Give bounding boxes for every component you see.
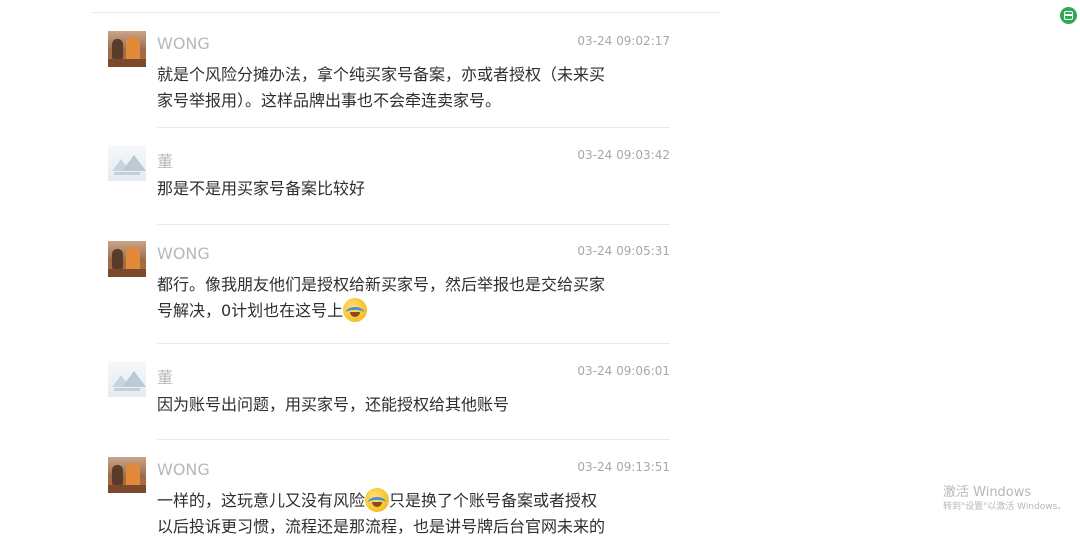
- sender-name[interactable]: WONG: [157, 244, 210, 263]
- message-line: 一样的，这玩意儿又没有风险 只是换了个账号备案或者授权: [157, 488, 657, 514]
- message-timestamp: 03-24 09:13:51: [577, 460, 670, 474]
- watermark-subtitle: 转到"设置"以激活 Windows。: [943, 502, 1067, 512]
- message-line: 就是个风险分摊办法，拿个纯买家号备案，亦或者授权（未来买: [157, 65, 606, 84]
- message-line-text: 一样的，这玩意儿又没有风险: [157, 491, 366, 510]
- message-item: WONG 03-24 09:13:51 一样的，这玩意儿又没有风险 只是换了个账号…: [108, 457, 670, 536]
- avatar[interactable]: [108, 145, 146, 181]
- message-timestamp: 03-24 09:05:31: [577, 244, 670, 258]
- sender-name[interactable]: 董: [157, 148, 173, 172]
- message-item: WONG 03-24 09:05:31 都行。像我朋友他们是授权给新买家号，然后…: [108, 241, 670, 337]
- message-timestamp: 03-24 09:02:17: [577, 34, 670, 48]
- message-divider: [157, 439, 670, 440]
- chat-thread: WONG 03-24 09:02:17 就是个风险分摊办法，拿个纯买家号备案，亦…: [0, 0, 760, 536]
- avatar[interactable]: [108, 457, 146, 493]
- message-line-text: 号解决，0计划也在这号上: [157, 301, 344, 320]
- avatar[interactable]: [108, 361, 146, 397]
- message-text: 那是不是用买家号备案比较好: [157, 176, 657, 202]
- message-divider: [157, 127, 670, 128]
- message-timestamp: 03-24 09:06:01: [577, 364, 670, 378]
- message-text: 因为账号出问题，用买家号，还能授权给其他账号: [157, 392, 657, 418]
- message-line: 号解决，0计划也在这号上: [157, 298, 657, 324]
- message-line: 都行。像我朋友他们是授权给新买家号，然后举报也是交给买家: [157, 275, 606, 294]
- message-item: 董 03-24 09:06:01 因为账号出问题，用买家号，还能授权给其他账号: [108, 361, 670, 431]
- message-divider: [157, 343, 670, 344]
- crying-laughing-emoji-icon: [365, 488, 390, 512]
- message-line: 家号举报用）。这样品牌出事也不会牵连卖家号。: [157, 91, 502, 110]
- sender-name[interactable]: 董: [157, 364, 173, 388]
- avatar[interactable]: [108, 241, 146, 277]
- message-line: 那是不是用买家号备案比较好: [157, 179, 366, 198]
- sender-name[interactable]: WONG: [157, 460, 210, 479]
- message-item: 董 03-24 09:03:42 那是不是用买家号备案比较好: [108, 145, 670, 215]
- watermark-title: 激活 Windows: [943, 485, 1032, 500]
- message-line: 因为账号出问题，用买家号，还能授权给其他账号: [157, 395, 510, 414]
- avatar[interactable]: [108, 31, 146, 67]
- green-app-icon[interactable]: [1060, 7, 1077, 24]
- message-line-text: 只是换了个账号备案或者授权: [389, 491, 598, 510]
- message-item: WONG 03-24 09:02:17 就是个风险分摊办法，拿个纯买家号备案，亦…: [108, 31, 670, 127]
- message-text: 就是个风险分摊办法，拿个纯买家号备案，亦或者授权（未来买 家号举报用）。这样品牌…: [157, 62, 657, 114]
- sender-name[interactable]: WONG: [157, 34, 210, 53]
- crying-laughing-emoji-icon: [343, 298, 368, 322]
- message-timestamp: 03-24 09:03:42: [577, 148, 670, 162]
- message-text: 都行。像我朋友他们是授权给新买家号，然后举报也是交给买家 号解决，0计划也在这号…: [157, 272, 657, 324]
- message-line: 以后投诉更习惯，流程还是那流程，也是讲号牌后台官网未来的: [157, 517, 606, 536]
- message-divider: [157, 224, 670, 225]
- windows-activation-watermark: 激活 Windows 转到"设置"以激活 Windows。: [943, 485, 1066, 513]
- message-text: 一样的，这玩意儿又没有风险 只是换了个账号备案或者授权 以后投诉更习惯，流程还是那…: [157, 488, 657, 540]
